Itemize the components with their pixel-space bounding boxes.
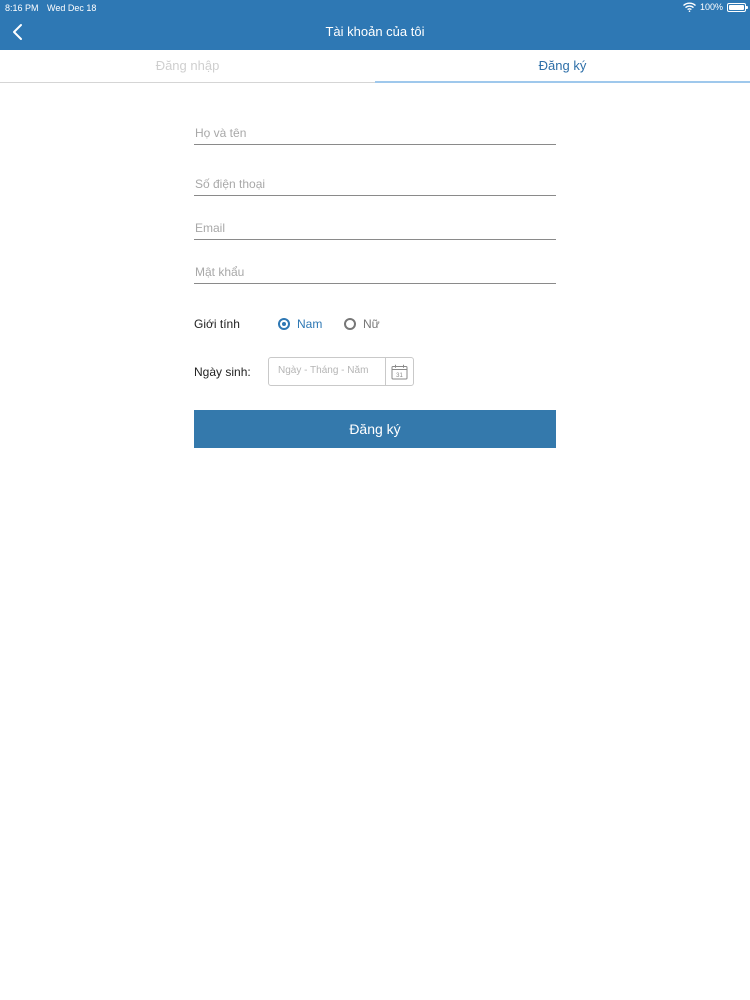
calendar-day: 31 <box>396 373 403 379</box>
phone-field <box>194 172 556 196</box>
phone-input[interactable] <box>195 177 553 191</box>
birthday-label: Ngày sinh: <box>194 365 251 379</box>
top-bar: 8:16 PM Wed Dec 18 100% Tài khoản của tô… <box>0 0 750 50</box>
gender-radio-nu[interactable]: Nữ <box>344 317 380 331</box>
calendar-icon[interactable]: 31 <box>391 364 408 380</box>
page-title: Tài khoản của tôi <box>325 24 425 39</box>
tab-login[interactable]: Đăng nhập <box>0 50 375 83</box>
status-date: Wed Dec 18 <box>47 3 97 13</box>
gender-radio-nam[interactable]: Nam <box>278 317 322 331</box>
birthday-input[interactable] <box>278 365 384 376</box>
gender-option-nam: Nam <box>297 317 323 331</box>
fullname-field <box>194 121 556 145</box>
auth-tabs: Đăng nhập Đăng ký <box>0 50 750 83</box>
battery-icon <box>727 2 748 12</box>
tab-register[interactable]: Đăng ký <box>375 50 750 83</box>
birthday-picker: 31 <box>268 357 414 386</box>
password-field <box>194 260 556 284</box>
radio-unchecked-icon <box>344 318 356 330</box>
password-input[interactable] <box>195 265 553 279</box>
radio-checked-icon <box>278 318 290 330</box>
status-right: 100% <box>683 2 748 12</box>
fullname-input[interactable] <box>195 126 553 140</box>
status-time: 8:16 PM <box>5 3 39 13</box>
battery-percent: 100% <box>699 2 723 12</box>
register-button[interactable]: Đăng ký <box>194 410 556 448</box>
email-input[interactable] <box>195 221 553 235</box>
divider <box>385 358 386 385</box>
wifi-icon <box>683 2 696 12</box>
email-field <box>194 216 556 240</box>
gender-label: Giới tính <box>194 317 240 331</box>
gender-option-nu: Nữ <box>363 317 380 331</box>
status-bar: 8:16 PM Wed Dec 18 100% <box>0 0 750 16</box>
